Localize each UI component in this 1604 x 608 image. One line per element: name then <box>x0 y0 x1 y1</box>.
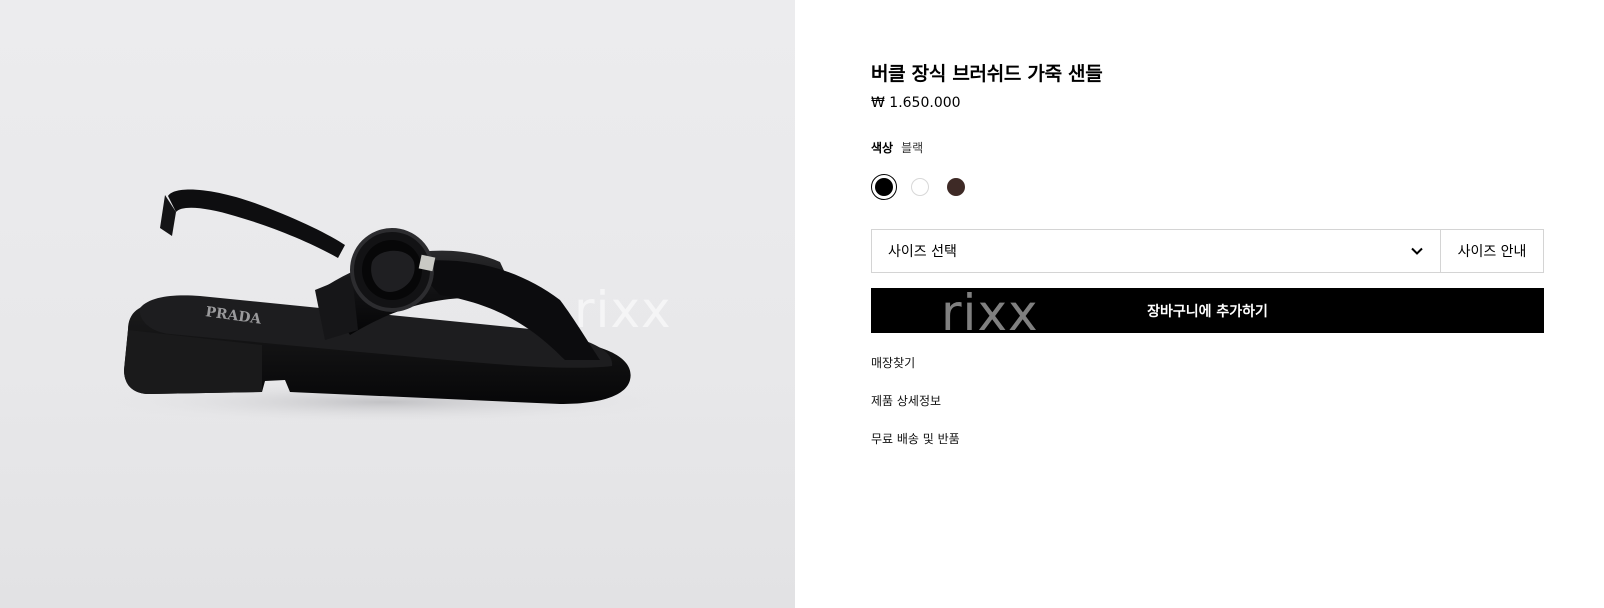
watermark-text-overlay: rixx <box>941 284 1039 342</box>
swatch-white-color <box>911 178 929 196</box>
chevron-down-icon <box>1411 247 1423 255</box>
sandal-product-image: PRADA <box>95 189 675 424</box>
shipping-returns-link[interactable]: 무료 배송 및 반품 <box>871 430 960 446</box>
product-info-panel: 버클 장식 브러쉬드 가죽 샌들 ₩ 1.650.000 색상 블랙 사이즈 선… <box>795 0 1604 608</box>
color-label: 색상 <box>871 141 894 155</box>
size-row: 사이즈 선택 사이즈 안내 <box>871 229 1544 273</box>
color-swatches <box>871 174 969 200</box>
info-links: 매장찾기 제품 상세정보 무료 배송 및 반품 <box>871 354 960 468</box>
product-image-panel: PRADA rixx <box>0 0 795 608</box>
color-row: 색상 블랙 <box>871 139 923 156</box>
store-finder-link[interactable]: 매장찾기 <box>871 354 960 370</box>
size-select-dropdown[interactable]: 사이즈 선택 <box>872 230 1441 272</box>
swatch-black-color <box>875 178 893 196</box>
color-value: 블랙 <box>901 141 924 155</box>
swatch-brown-color <box>947 178 965 196</box>
watermark-text: rixx <box>574 281 672 339</box>
size-select-label: 사이즈 선택 <box>888 244 957 260</box>
size-guide-button[interactable]: 사이즈 안내 <box>1441 230 1543 272</box>
swatch-black[interactable] <box>871 174 897 200</box>
product-title: 버클 장식 브러쉬드 가죽 샌들 <box>871 63 1103 85</box>
swatch-white[interactable] <box>907 174 933 200</box>
swatch-brown[interactable] <box>943 174 969 200</box>
product-details-link[interactable]: 제품 상세정보 <box>871 392 960 408</box>
product-price: ₩ 1.650.000 <box>871 95 961 111</box>
